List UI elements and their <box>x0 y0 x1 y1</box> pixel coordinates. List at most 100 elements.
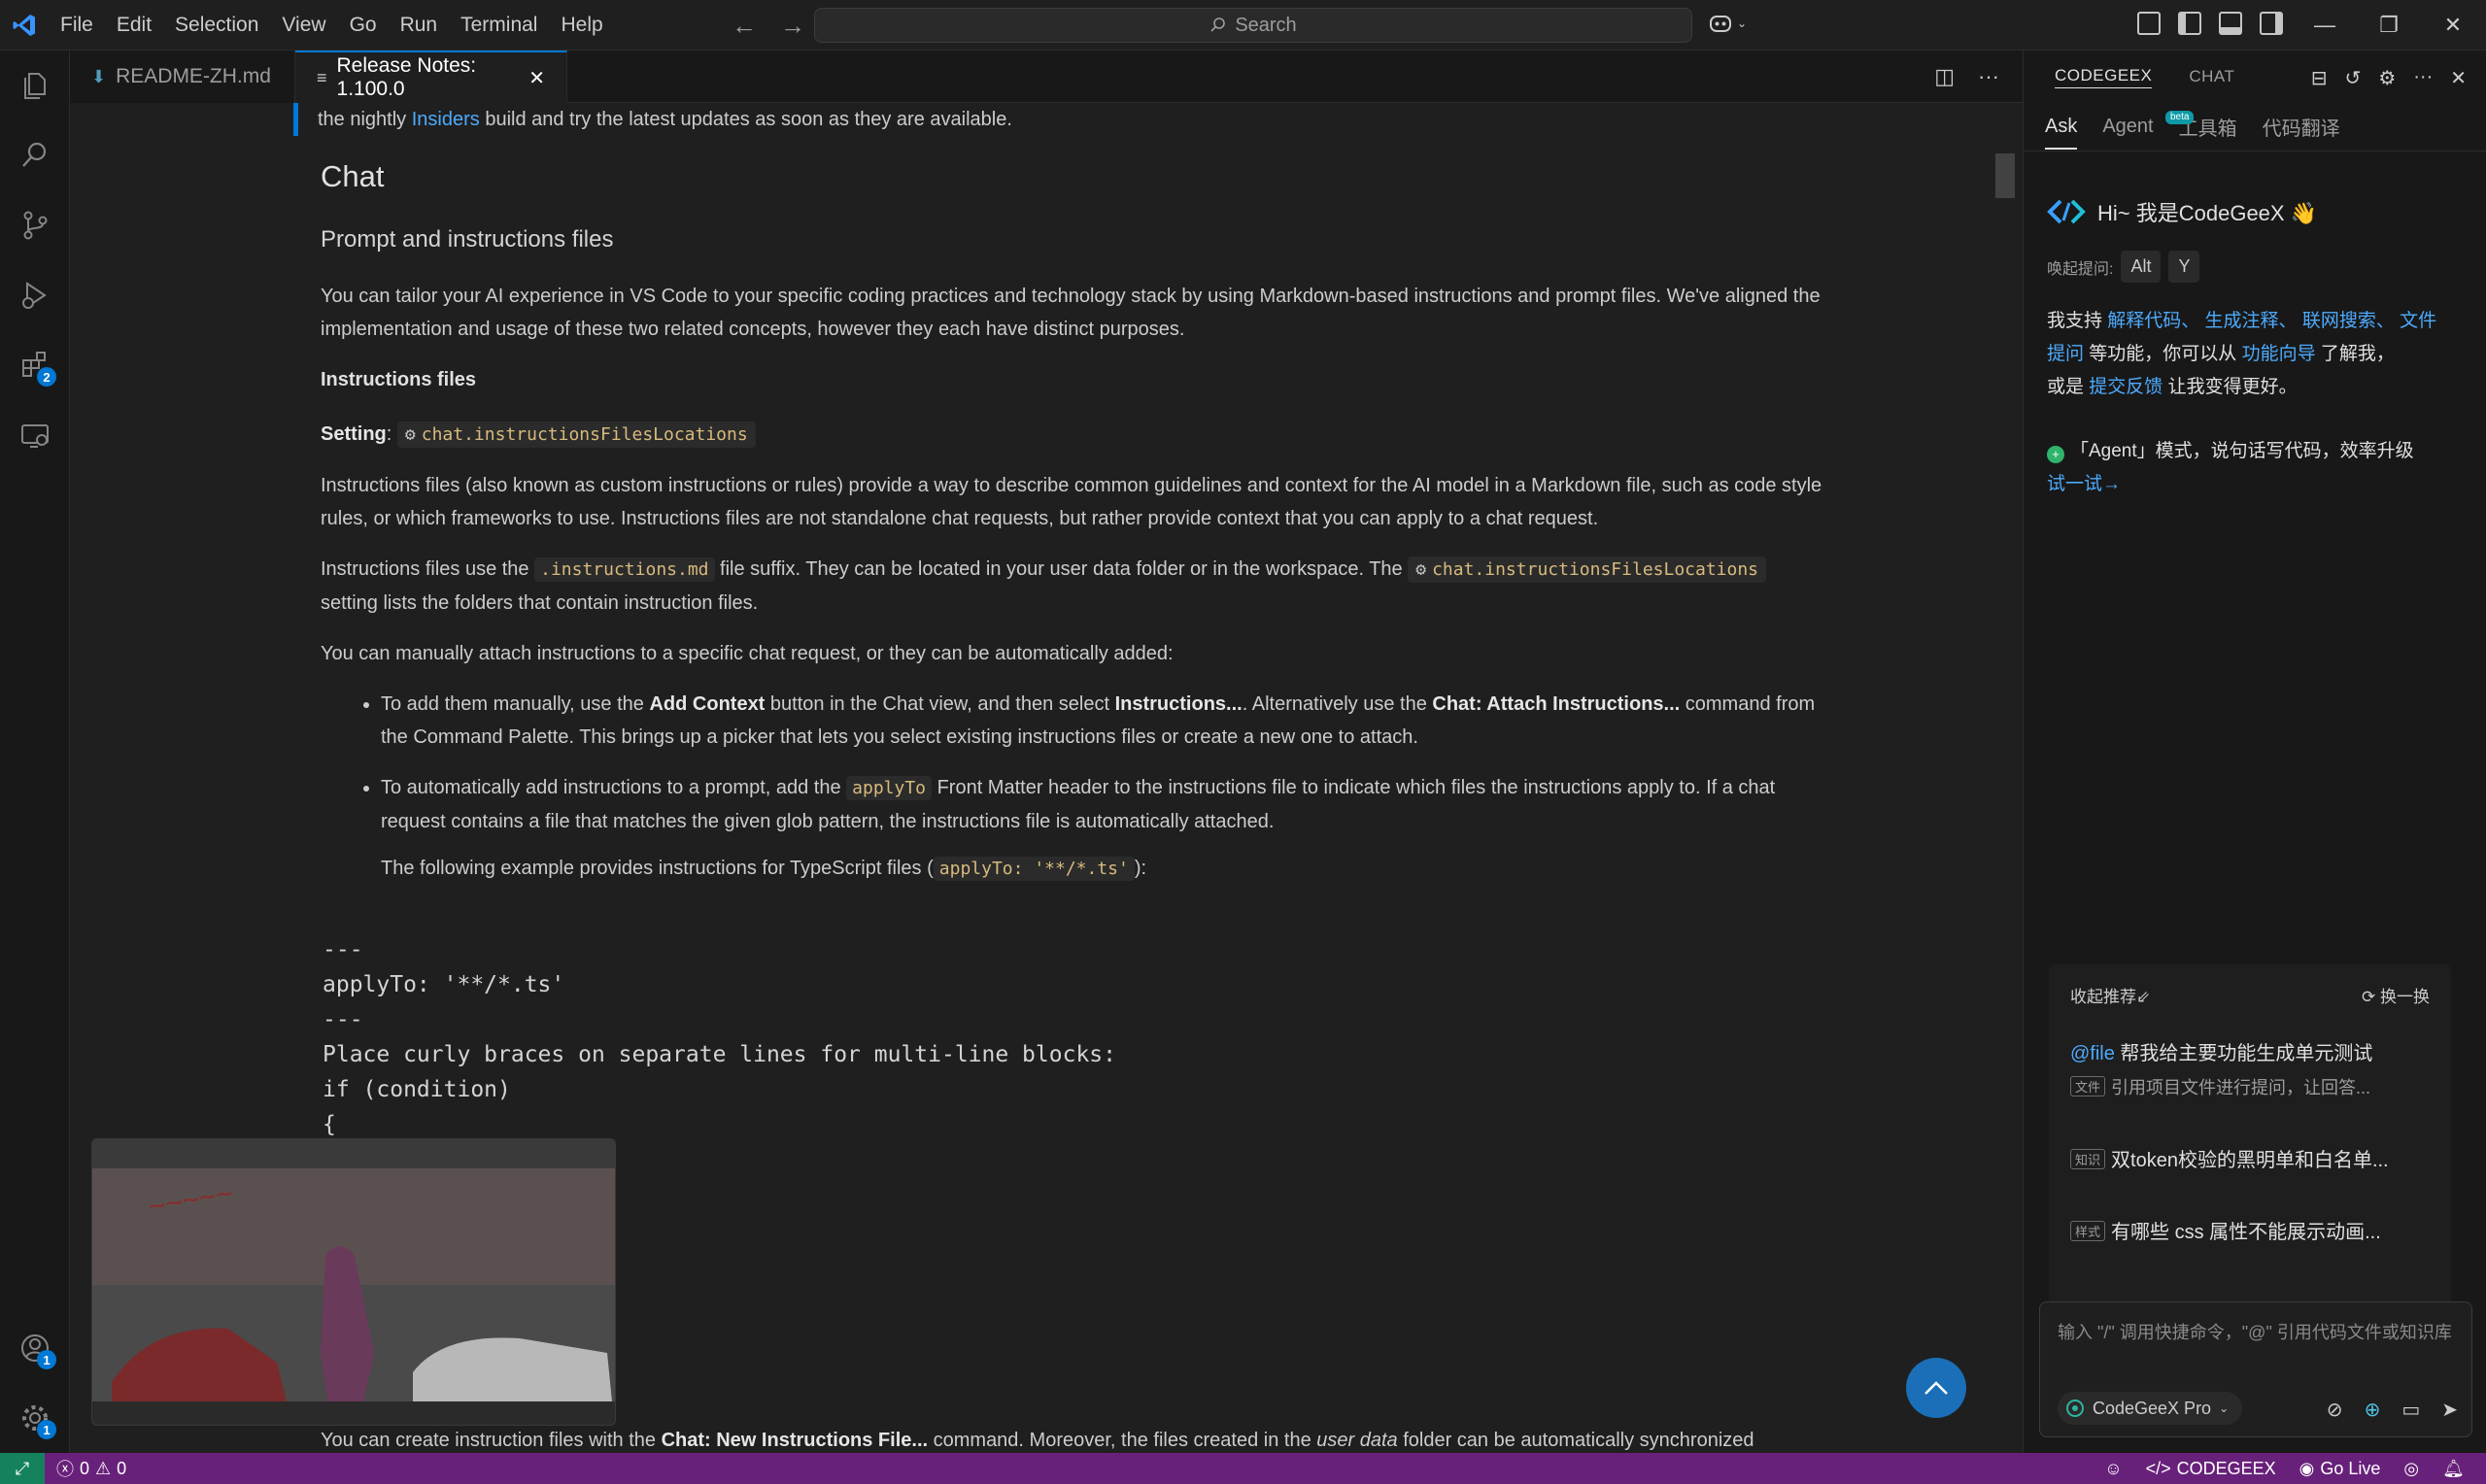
back-arrow-icon[interactable]: ← <box>731 10 758 41</box>
extension-status-icon[interactable]: ◎ <box>2392 1459 2431 1479</box>
web-search-icon[interactable]: ⊕ <box>2365 1398 2381 1422</box>
recommendation-item[interactable]: 样式 有哪些 css 属性不能展示动画... <box>2070 1216 2439 1244</box>
source-control-icon[interactable] <box>0 190 70 260</box>
toggle-panel-icon[interactable] <box>2219 12 2242 35</box>
window-controls: — ❐ ✕ <box>2293 0 2485 51</box>
instructions-paragraph: Instructions files (also known as custom… <box>321 475 1822 529</box>
tab-readme-zh[interactable]: ⬇ README-ZH.md <box>70 51 295 103</box>
close-tab-icon[interactable]: ✕ <box>528 66 545 90</box>
hotkey-label: 唤起提问: <box>2047 260 2114 278</box>
text-span: 了解我， <box>2315 344 2395 364</box>
model-name: CodeGeeX Pro <box>2093 1398 2212 1418</box>
chat-input[interactable]: 输入 "/" 调用快捷命令，"@" 引用代码文件或知识库 CodeGeeX Pr… <box>2039 1301 2472 1437</box>
model-selector[interactable]: CodeGeeX Pro ⌄ <box>2058 1392 2243 1425</box>
scrollbar-thumb[interactable] <box>1995 153 2015 198</box>
minimize-icon[interactable]: — <box>2293 0 2357 51</box>
try-link[interactable]: 试一试→ <box>2047 474 2121 494</box>
menu-selection[interactable]: Selection <box>163 8 270 43</box>
hotkey-row: 唤起提问: Alt Y <box>2047 251 2200 283</box>
notifications-bell-icon[interactable]: 🔔︎ <box>2431 1459 2476 1479</box>
input-actions: ⊘ ⊕ ▭ ➤ <box>2327 1398 2458 1422</box>
tab-agent[interactable]: Agent <box>2102 116 2153 138</box>
text-span: To add them manually, use the <box>381 693 650 715</box>
recommendation-item[interactable]: 知识 双token校验的黑明单和白名单... <box>2070 1144 2439 1172</box>
menu-run[interactable]: Run <box>389 8 450 43</box>
menu-go[interactable]: Go <box>338 8 389 43</box>
search-view-icon[interactable] <box>0 120 70 190</box>
menu-help[interactable]: Help <box>549 8 614 43</box>
text-span: To automatically add instructions to a p… <box>381 777 847 798</box>
toggle-secondary-sidebar-icon[interactable] <box>2260 12 2283 35</box>
recommendation-subtext: 文件 引用项目文件进行提问，让回答... <box>2070 1074 2439 1099</box>
command-center-search[interactable]: Search <box>814 8 1692 43</box>
markdown-icon: ⬇ <box>91 66 107 86</box>
attach-icon[interactable]: ⊘ <box>2327 1398 2343 1422</box>
panel-actions: ⊟ ↺ ⚙ ··· ✕ <box>2311 66 2467 90</box>
key-y: Y <box>2168 251 2200 283</box>
markdown-preview: the nightly Insiders build and try the l… <box>70 103 2023 1453</box>
tag-file: 文件 <box>2070 1076 2106 1096</box>
forward-arrow-icon[interactable]: → <box>779 10 806 41</box>
manage-gear-icon[interactable]: 1 <box>0 1383 70 1453</box>
vscode-logo-icon <box>0 0 49 51</box>
codegeex-status[interactable]: </> CODEGEEX <box>2134 1459 2288 1479</box>
refresh-button[interactable]: ⟳ 换一换 <box>2362 983 2430 1007</box>
editor-scrollbar[interactable] <box>1988 103 2023 1453</box>
warning-icon: ⚠ <box>95 1458 112 1478</box>
tab-chat[interactable]: CHAT <box>2189 67 2234 86</box>
bold-text: Chat: New Instructions File... <box>661 1430 929 1451</box>
close-icon[interactable]: ✕ <box>2450 66 2467 90</box>
more-actions-icon[interactable]: ··· <box>1978 64 1999 89</box>
setting-link[interactable]: ⚙ chat.instructionsFilesLocations <box>1408 556 1767 583</box>
tab-release-notes[interactable]: ≡ Release Notes: 1.100.0 ✕ <box>295 51 567 103</box>
remote-indicator-icon[interactable]: ⤢ <box>0 1453 45 1484</box>
menu-terminal[interactable]: Terminal <box>449 8 549 43</box>
send-icon[interactable]: ➤ <box>2441 1398 2458 1422</box>
toggle-primary-sidebar-icon[interactable] <box>2178 12 2201 35</box>
gear-icon[interactable]: ⚙ <box>2378 66 2396 90</box>
panel-header: CODEGEEX CHAT ⊟ ↺ ⚙ ··· ✕ <box>2024 51 2486 103</box>
feedback-link[interactable]: 提交反馈 <box>2089 377 2162 397</box>
accounts-icon[interactable]: 1 <box>0 1313 70 1383</box>
activity-bar: 2 1 1 <box>0 51 70 1453</box>
close-window-icon[interactable]: ✕ <box>2421 0 2485 51</box>
tag-knowledge: 知识 <box>2070 1149 2106 1169</box>
history-icon[interactable]: ↺ <box>2345 66 2362 90</box>
remote-explorer-icon[interactable] <box>0 400 70 470</box>
tab-ask[interactable]: Ask <box>2045 104 2078 150</box>
go-live-button[interactable]: ◉ Go Live <box>2288 1459 2393 1479</box>
more-icon[interactable]: ··· <box>2413 66 2433 90</box>
menu-file[interactable]: File <box>49 8 105 43</box>
layout-icon[interactable]: ⊟ <box>2311 66 2328 90</box>
recommendation-item[interactable]: @file 帮我给主要功能生成单元测试 <box>2070 1037 2439 1065</box>
inline-code: applyTo <box>846 776 933 800</box>
feature-guide-link[interactable]: 功能向导 <box>2242 344 2316 364</box>
floating-video-thumbnail[interactable]: ~~~~~ <box>91 1138 616 1426</box>
editor-actions: ◫ ··· <box>1934 64 1999 89</box>
folder-icon[interactable]: ▭ <box>2401 1398 2420 1422</box>
scroll-to-top-button[interactable] <box>1906 1358 1966 1418</box>
run-debug-icon[interactable] <box>0 260 70 330</box>
problems-indicator[interactable]: ⓧ 0 ⚠ 0 <box>45 1456 138 1481</box>
model-icon <box>2066 1400 2084 1417</box>
copilot-menu-button[interactable]: ⌄ <box>1708 12 1747 35</box>
suffix-paragraph: Instructions files use the .instructions… <box>321 553 1822 620</box>
menu-view[interactable]: View <box>270 8 337 43</box>
file-mention: @file <box>2070 1043 2115 1064</box>
insiders-link[interactable]: Insiders <box>412 109 480 130</box>
restore-icon[interactable]: ❐ <box>2357 0 2421 51</box>
extensions-icon[interactable]: 2 <box>0 330 70 400</box>
setting-link[interactable]: ⚙ chat.instructionsFilesLocations <box>396 422 756 448</box>
tab-codegeex[interactable]: CODEGEEX <box>2055 66 2153 88</box>
copilot-status-icon[interactable]: ☺ <box>2093 1459 2133 1479</box>
customize-layout-icon[interactable] <box>2137 12 2161 35</box>
tab-code-translate[interactable]: 代码翻译 <box>2263 113 2340 141</box>
split-editor-icon[interactable]: ◫ <box>1934 64 1955 89</box>
error-count: 0 <box>80 1458 90 1478</box>
text-span: 等功能，你可以从 <box>2084 344 2242 364</box>
explorer-icon[interactable] <box>0 51 70 120</box>
error-icon: ⓧ <box>56 1460 74 1479</box>
text-span: command. Moreover, the files created in … <box>928 1430 1317 1451</box>
menu-edit[interactable]: Edit <box>105 8 163 43</box>
collapse-recommendations[interactable]: 收起推荐⇙ <box>2070 983 2150 1007</box>
